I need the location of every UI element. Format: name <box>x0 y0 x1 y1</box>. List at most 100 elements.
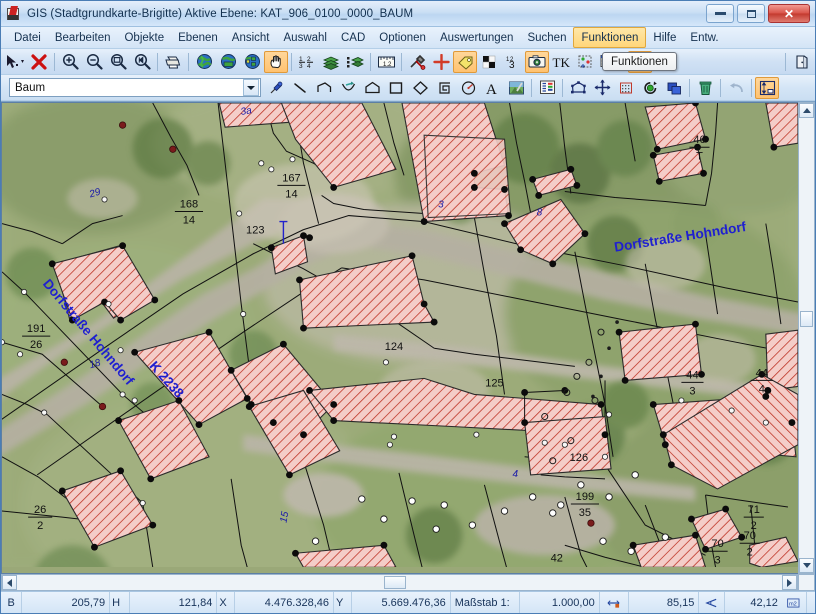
circle-center-tool[interactable] <box>456 77 480 99</box>
arc-tool[interactable] <box>336 77 360 99</box>
svg-text:26: 26 <box>34 504 46 516</box>
chevron-down-icon[interactable] <box>243 79 259 96</box>
globe-tool[interactable] <box>192 51 216 73</box>
move-tool[interactable] <box>590 77 614 99</box>
marquee-select-tool[interactable] <box>573 51 597 73</box>
resize-properties-tool[interactable] <box>755 76 779 99</box>
svg-text:199: 199 <box>576 491 594 503</box>
zoom-window-tool[interactable] <box>106 51 130 73</box>
camera-snapshot-tool[interactable] <box>525 50 549 73</box>
svg-text:71: 71 <box>748 504 760 516</box>
pan-hand-tool[interactable] <box>264 50 288 73</box>
vertical-scroll-thumb[interactable] <box>800 311 813 327</box>
horizontal-scroll-thumb[interactable] <box>384 576 406 589</box>
map-horizontal-scrollbar[interactable] <box>1 574 798 591</box>
delete-selection-tool[interactable] <box>27 51 51 73</box>
svg-text:3: 3 <box>299 63 303 70</box>
zoom-out-tool[interactable] <box>82 51 106 73</box>
exit-door-tool[interactable] <box>789 51 813 73</box>
zoom-previous-tool[interactable] <box>130 51 154 73</box>
svg-text:4: 4 <box>513 469 519 480</box>
print-tool[interactable] <box>161 51 185 73</box>
spiral-tool[interactable] <box>432 77 456 99</box>
toolbar-separator <box>157 52 158 71</box>
toolbar-separator <box>720 78 721 97</box>
svg-text:8: 8 <box>537 208 543 219</box>
status-scale-value: 1.000,00 <box>520 592 600 613</box>
text-tool[interactable]: A <box>480 77 504 99</box>
line-tool[interactable] <box>288 77 312 99</box>
number-order-tool[interactable]: 1 2 3 <box>501 51 525 73</box>
svg-text:125: 125 <box>485 377 503 389</box>
active-layer-combo[interactable]: Baum <box>9 78 261 97</box>
attribute-table-tool[interactable] <box>535 77 559 99</box>
scroll-down-button[interactable] <box>799 558 814 573</box>
svg-text:4: 4 <box>759 383 765 395</box>
svg-text:15: 15 <box>279 510 292 523</box>
edit-vertices-tool[interactable] <box>566 77 590 99</box>
menu-ebenen[interactable]: Ebenen <box>171 27 225 48</box>
svg-text:124: 124 <box>385 341 403 353</box>
diamond-tool[interactable] <box>408 77 432 99</box>
zoom-in-tool[interactable] <box>58 51 82 73</box>
svg-text:44: 44 <box>756 367 768 379</box>
menu-optionen[interactable]: Optionen <box>372 27 433 48</box>
image-stamp-tool[interactable] <box>504 77 528 99</box>
svg-text:3a: 3a <box>240 105 253 118</box>
menu-auswahl[interactable]: Auswahl <box>277 27 334 48</box>
measure-distance-icon <box>600 592 629 613</box>
layers-tool[interactable] <box>319 51 343 73</box>
map-vertical-scrollbar[interactable] <box>798 102 815 574</box>
status-hoehe-value: 121,84 <box>130 592 218 613</box>
scroll-left-button[interactable] <box>2 575 17 590</box>
menu-funktionen[interactable]: Funktionen <box>573 27 647 48</box>
polygon-house-tool[interactable] <box>360 77 384 99</box>
status-area-value: 42,12 <box>750 596 778 609</box>
select-arrow-tool[interactable] <box>3 51 27 73</box>
gis-app-icon <box>6 5 22 22</box>
fraction-label-tool[interactable]: 1 3 2 4 <box>295 51 319 73</box>
menu-cad[interactable]: CAD <box>334 27 372 48</box>
crosshair-add-tool[interactable] <box>429 51 453 73</box>
scale-tool[interactable] <box>614 77 638 99</box>
menu-datei[interactable]: Datei <box>7 27 48 48</box>
scrollbar-corner <box>798 574 815 591</box>
menu-objekte[interactable]: Objekte <box>117 27 171 48</box>
status-x-coordinate: 4.476.328,46 <box>235 592 335 613</box>
svg-text:126: 126 <box>570 452 588 464</box>
measure-ruler-tool[interactable]: 1.2 <box>374 51 398 73</box>
menu-bearbeiten[interactable]: Bearbeiten <box>48 27 118 48</box>
svg-text:70: 70 <box>744 530 756 542</box>
maximize-button[interactable] <box>737 4 765 23</box>
tag-label-tool[interactable] <box>453 50 477 73</box>
minimize-button[interactable] <box>706 4 734 23</box>
tk-text-tool[interactable]: TK <box>549 51 573 73</box>
checker-fill-tool[interactable] <box>477 51 501 73</box>
globe-objects-tool[interactable] <box>240 51 264 73</box>
menu-suchen[interactable]: Suchen <box>520 27 573 48</box>
menu-ansicht[interactable]: Ansicht <box>225 27 277 48</box>
active-layer-value[interactable]: Baum <box>10 82 243 94</box>
copy-tool[interactable] <box>662 77 686 99</box>
menu-bar: Datei Bearbeiten Objekte Ebenen Ansicht … <box>1 27 815 49</box>
pin-point-tool[interactable] <box>264 77 288 99</box>
svg-text:4: 4 <box>307 63 311 70</box>
scroll-right-button[interactable] <box>782 575 797 590</box>
tools-hammer-tool[interactable] <box>405 51 429 73</box>
svg-text:167: 167 <box>282 172 300 184</box>
menu-auswertungen[interactable]: Auswertungen <box>433 27 521 48</box>
menu-hilfe[interactable]: Hilfe <box>646 27 683 48</box>
undo-tool[interactable] <box>724 77 748 99</box>
globe-layer-tool[interactable] <box>216 51 240 73</box>
svg-text:46: 46 <box>693 134 705 146</box>
menu-entw[interactable]: Entw. <box>683 27 725 48</box>
close-button[interactable]: ✕ <box>768 4 810 23</box>
polyline-tool[interactable] <box>312 77 336 99</box>
rotate-tool[interactable] <box>638 77 662 99</box>
layer-list-tool[interactable] <box>343 51 367 73</box>
title-bar: GIS (Stadtgrundkarte-Brigitte) Aktive Eb… <box>1 1 815 27</box>
delete-trash-tool[interactable] <box>693 77 717 99</box>
rectangle-tool[interactable] <box>384 77 408 99</box>
map-canvas[interactable]: 168 14 167 14 191 26 26 2 46 T 44 3 44 4 199 35 … <box>1 102 798 574</box>
scroll-up-button[interactable] <box>799 103 814 118</box>
